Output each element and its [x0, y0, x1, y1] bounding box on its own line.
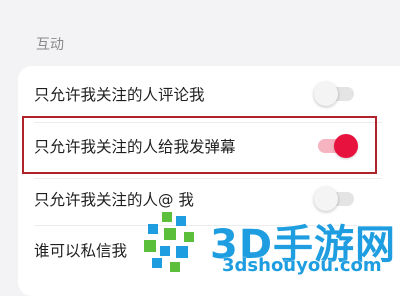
- setting-row-comment[interactable]: 只允许我关注的人评论我: [18, 66, 400, 122]
- watermark-logo-icon: [144, 212, 194, 272]
- toggle-knob: [314, 82, 338, 106]
- section-label: 互动: [36, 37, 64, 53]
- setting-label: 谁可以私信我: [34, 242, 128, 260]
- watermark-url: 3dshouyou.com: [222, 255, 382, 276]
- setting-label: 只允许我关注的人评论我: [34, 86, 205, 104]
- toggle-switch[interactable]: [314, 82, 354, 106]
- watermark: 3D手游网 3dshouyou.com: [140, 200, 400, 281]
- highlight-box: [22, 116, 377, 174]
